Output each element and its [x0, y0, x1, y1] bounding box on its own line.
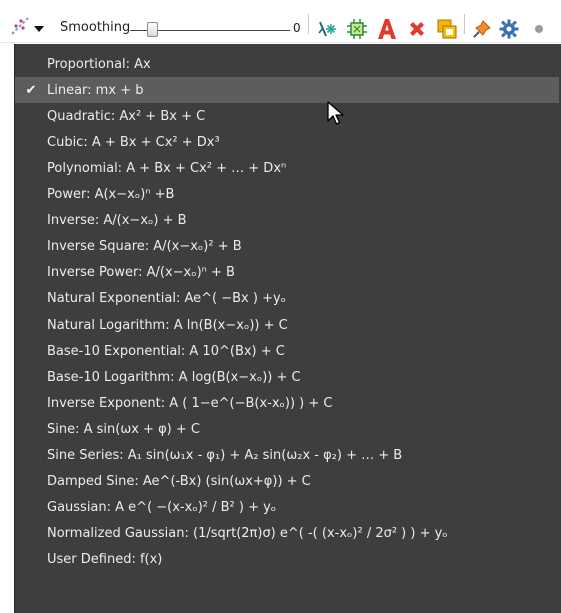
menu-item[interactable]: Inverse Power: A/(x−xₒ)ⁿ + B: [15, 260, 559, 286]
menu-item[interactable]: Natural Logarithm: A ln(B(x−xₒ)) + C: [15, 312, 559, 338]
toolbar-separator: [308, 14, 309, 34]
menu-item[interactable]: Sine: A sin(ωx + φ) + C: [15, 416, 559, 442]
pin-icon[interactable]: [471, 18, 493, 40]
copy-layers-icon[interactable]: [436, 18, 458, 40]
menu-item[interactable]: Normalized Gaussian: (1/sqrt(2π)σ) e^( -…: [15, 521, 559, 547]
menu-item-label: Damped Sine: Ae^(-Bx) (sin(ωx+φ)) + C: [47, 474, 311, 490]
menu-item-label: Power: A(x−xₒ)ⁿ +B: [47, 187, 175, 202]
menu-item-label: Linear: mx + b: [47, 82, 144, 98]
menu-item-label: User Defined: f(x): [47, 552, 163, 568]
menu-item[interactable]: Inverse Exponent: A ( 1−e^(−B(x-xₒ)) ) +…: [15, 390, 559, 416]
smoothing-slider-thumb[interactable]: [147, 22, 159, 37]
menu-item[interactable]: ✔ Linear: mx + b: [15, 77, 559, 104]
menu-item[interactable]: Polynomial: A + Bx + Cx² + … + Dxⁿ: [15, 155, 559, 181]
menu-item[interactable]: Sine Series: A₁ sin(ω₁x - φ₁) + A₂ sin(ω…: [15, 443, 559, 469]
menu-item-label: Gaussian: A e^( −(x-xₒ)² / B² ) + yₒ: [47, 500, 277, 516]
menu-item[interactable]: Proportional: Ax: [15, 51, 559, 77]
fit-function-menu: Proportional: Ax ✔ Linear: mx + b Quadratic…: [14, 44, 561, 613]
menu-item-label: Natural Logarithm: A ln(B(x−xₒ)) + C: [47, 317, 288, 333]
menu-item-label: Cubic: A + Bx + Cx² + Dx³: [47, 134, 220, 150]
menu-item-label: Natural Exponential: Ae^( −Bx ) +yₒ: [47, 291, 287, 307]
menu-item[interactable]: Cubic: A + Bx + Cx² + Dx³: [15, 129, 559, 155]
menu-item[interactable]: Damped Sine: Ae^(-Bx) (sin(ωx+φ)) + C: [15, 469, 559, 495]
menu-item-label: Base-10 Exponential: A 10^(Bx) + C: [47, 343, 285, 359]
frame-tool-icon[interactable]: [346, 18, 368, 40]
menu-item[interactable]: User Defined: f(x): [15, 547, 559, 573]
menu-item[interactable]: Natural Exponential: Ae^( −Bx ) +yₒ: [15, 286, 559, 312]
menu-item-label: Inverse Exponent: A ( 1−e^(−B(x-xₒ)) ) +…: [47, 395, 333, 411]
menu-item-label: Base-10 Logarithm: A log(B(x−xₒ)) + C: [47, 369, 301, 385]
menu-item[interactable]: Gaussian: A e^( −(x-xₒ)² / B² ) + yₒ: [15, 495, 559, 521]
menu-item-label: Sine: A sin(ωx + φ) + C: [47, 421, 200, 437]
menu-item[interactable]: Inverse: A/(x−xₒ) + B: [15, 208, 559, 234]
toolbar: Smoothing 0: [0, 0, 561, 43]
overflow-icon[interactable]: [528, 18, 550, 40]
text-a-icon[interactable]: [376, 17, 398, 41]
delete-x-icon[interactable]: [407, 19, 427, 39]
menu-item[interactable]: Power: A(x−xₒ)ⁿ +B: [15, 182, 559, 208]
menu-item[interactable]: Inverse Square: A/(x−xₒ)² + B: [15, 234, 559, 260]
toolbar-separator: [464, 14, 465, 34]
menu-item-label: Inverse Power: A/(x−xₒ)ⁿ + B: [47, 265, 235, 281]
fit-curve-icon[interactable]: [10, 16, 30, 36]
checkmark-icon: ✔: [25, 82, 37, 98]
sparkle-tool-icon[interactable]: [316, 18, 338, 40]
menu-item[interactable]: Base-10 Exponential: A 10^(Bx) + C: [15, 338, 559, 364]
smoothing-label[interactable]: Smoothing: [60, 20, 130, 36]
menu-item-label: Sine Series: A₁ sin(ω₁x - φ₁) + A₂ sin(ω…: [47, 448, 403, 463]
menu-item-label: Proportional: Ax: [47, 56, 151, 72]
menu-item-label: Polynomial: A + Bx + Cx² + … + Dxⁿ: [47, 160, 287, 176]
gear-icon[interactable]: [498, 18, 520, 40]
smoothing-dropdown-arrow-icon[interactable]: [34, 26, 44, 32]
menu-item-label: Inverse: A/(x−xₒ) + B: [47, 213, 187, 229]
menu-item-label: Inverse Square: A/(x−xₒ)² + B: [47, 239, 242, 255]
menu-item[interactable]: Quadratic: Ax² + Bx + C: [15, 103, 559, 129]
smoothing-value: 0: [293, 21, 301, 35]
menu-item[interactable]: Base-10 Logarithm: A log(B(x−xₒ)) + C: [15, 364, 559, 390]
menu-item-label: Normalized Gaussian: (1/sqrt(2π)σ) e^( -…: [47, 526, 448, 542]
mouse-cursor-icon: [327, 101, 344, 125]
menu-item-label: Quadratic: Ax² + Bx + C: [47, 108, 206, 124]
